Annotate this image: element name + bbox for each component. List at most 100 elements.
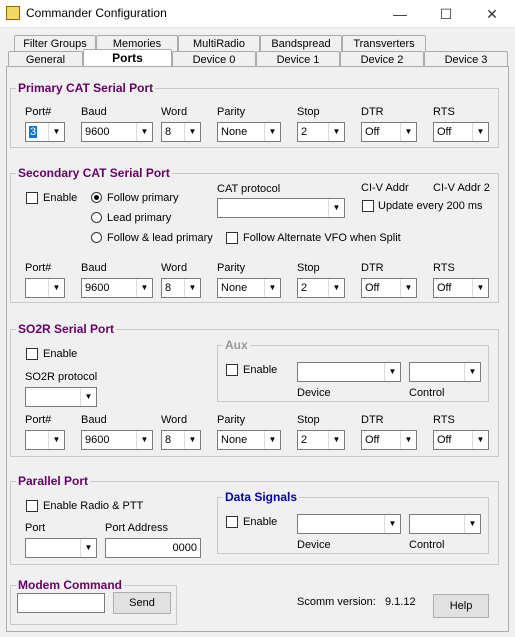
title-bar: Commander Configuration — ☐ ✕ bbox=[0, 0, 515, 28]
chevron-down-icon: ▼ bbox=[384, 515, 400, 533]
minimize-button[interactable]: — bbox=[377, 0, 423, 28]
follow-primary-label: Follow primary bbox=[107, 192, 179, 204]
chevron-down-icon: ▼ bbox=[80, 539, 96, 557]
chevron-down-icon: ▼ bbox=[328, 123, 344, 141]
secondary-parity-select[interactable]: None ▼ bbox=[217, 278, 281, 298]
aux-device-label: Device bbox=[297, 387, 331, 399]
secondary-port-select[interactable]: ▼ bbox=[25, 278, 65, 298]
word-label: Word bbox=[161, 414, 188, 426]
secondary-stop-select[interactable]: 2 ▼ bbox=[297, 278, 345, 298]
chevron-down-icon: ▼ bbox=[472, 279, 488, 297]
update-checkbox[interactable] bbox=[362, 200, 374, 212]
chevron-down-icon: ▼ bbox=[184, 431, 200, 449]
so2r-protocol-label: SO2R protocol bbox=[25, 371, 98, 383]
aux-enable-label: Enable bbox=[243, 364, 278, 376]
rts-label: RTS bbox=[433, 414, 455, 426]
stop-label: Stop bbox=[297, 262, 320, 274]
baud-label: Baud bbox=[81, 106, 107, 118]
parity-label: Parity bbox=[217, 262, 246, 274]
stop-label: Stop bbox=[297, 106, 320, 118]
modem-title: Modem Command bbox=[16, 578, 125, 592]
so2r-title: SO2R Serial Port bbox=[16, 322, 117, 336]
chevron-down-icon: ▼ bbox=[472, 123, 488, 141]
so2r-enable-checkbox[interactable] bbox=[26, 348, 38, 360]
baud-label: Baud bbox=[81, 414, 107, 426]
ds-device-select[interactable]: ▼ bbox=[297, 514, 401, 534]
parallel-port-select[interactable]: ▼ bbox=[25, 538, 97, 558]
primary-baud-select[interactable]: 9600 ▼ bbox=[81, 122, 153, 142]
secondary-enable-checkbox[interactable] bbox=[26, 192, 38, 204]
primary-port-select[interactable]: 3 ▼ bbox=[25, 122, 65, 142]
port-label: Port# bbox=[25, 414, 52, 426]
so2r-dtr-select[interactable]: Off ▼ bbox=[361, 430, 417, 450]
chevron-down-icon: ▼ bbox=[184, 279, 200, 297]
so2r-protocol-select[interactable]: ▼ bbox=[25, 387, 97, 407]
secondary-dtr-select[interactable]: Off ▼ bbox=[361, 278, 417, 298]
chevron-down-icon: ▼ bbox=[48, 279, 64, 297]
chevron-down-icon: ▼ bbox=[80, 388, 96, 406]
so2r-word-select[interactable]: 8 ▼ bbox=[161, 430, 201, 450]
aux-control-select[interactable]: ▼ bbox=[409, 362, 481, 382]
parallel-enable-label: Enable Radio & PTT bbox=[43, 500, 144, 512]
parallel-title: Parallel Port bbox=[16, 474, 91, 488]
so2r-port-select[interactable]: ▼ bbox=[25, 430, 65, 450]
parallel-enable-checkbox[interactable] bbox=[26, 500, 38, 512]
chevron-down-icon: ▼ bbox=[264, 123, 280, 141]
ds-control-label: Control bbox=[409, 539, 445, 551]
secondary-title: Secondary CAT Serial Port bbox=[16, 166, 172, 180]
chevron-down-icon: ▼ bbox=[184, 123, 200, 141]
dtr-label: DTR bbox=[361, 106, 384, 118]
follow-alt-vfo-checkbox[interactable] bbox=[226, 232, 238, 244]
so2r-parity-select[interactable]: None ▼ bbox=[217, 430, 281, 450]
aux-enable-checkbox[interactable] bbox=[226, 364, 238, 376]
so2r-stop-select[interactable]: 2 ▼ bbox=[297, 430, 345, 450]
maximize-button[interactable]: ☐ bbox=[423, 0, 469, 28]
chevron-down-icon: ▼ bbox=[328, 279, 344, 297]
secondary-rts-select[interactable]: Off ▼ bbox=[433, 278, 489, 298]
primary-parity-select[interactable]: None ▼ bbox=[217, 122, 281, 142]
chevron-down-icon: ▼ bbox=[264, 431, 280, 449]
chevron-down-icon: ▼ bbox=[464, 363, 480, 381]
help-button[interactable]: Help bbox=[433, 594, 489, 618]
chevron-down-icon: ▼ bbox=[136, 123, 152, 141]
chevron-down-icon: ▼ bbox=[136, 431, 152, 449]
app-icon bbox=[6, 6, 20, 20]
dtr-label: DTR bbox=[361, 262, 384, 274]
follow-lead-radio[interactable] bbox=[91, 232, 102, 243]
chevron-down-icon: ▼ bbox=[384, 363, 400, 381]
ds-enable-checkbox[interactable] bbox=[226, 516, 238, 528]
close-button[interactable]: ✕ bbox=[469, 0, 515, 28]
chevron-down-icon: ▼ bbox=[264, 279, 280, 297]
follow-primary-radio[interactable] bbox=[91, 192, 102, 203]
update-label: Update every 200 ms bbox=[378, 200, 483, 212]
chevron-down-icon: ▼ bbox=[328, 199, 344, 217]
baud-label: Baud bbox=[81, 262, 107, 274]
so2r-enable-label: Enable bbox=[43, 348, 78, 360]
version-label: Scomm version: bbox=[297, 596, 376, 608]
port-address-label: Port Address bbox=[105, 522, 168, 534]
chevron-down-icon: ▼ bbox=[400, 279, 416, 297]
port-address-value: 0000 bbox=[172, 542, 197, 554]
so2r-rts-select[interactable]: Off ▼ bbox=[433, 430, 489, 450]
primary-word-select[interactable]: 8 ▼ bbox=[161, 122, 201, 142]
secondary-baud-select[interactable]: 9600 ▼ bbox=[81, 278, 153, 298]
primary-stop-select[interactable]: 2 ▼ bbox=[297, 122, 345, 142]
so2r-baud-select[interactable]: 9600 ▼ bbox=[81, 430, 153, 450]
modem-command-input[interactable] bbox=[17, 593, 105, 613]
send-button[interactable]: Send bbox=[113, 592, 171, 614]
primary-dtr-select[interactable]: Off ▼ bbox=[361, 122, 417, 142]
ds-enable-label: Enable bbox=[243, 516, 278, 528]
word-label: Word bbox=[161, 262, 188, 274]
lead-primary-label: Lead primary bbox=[107, 212, 172, 224]
port-address-input[interactable]: 0000 bbox=[105, 538, 201, 558]
lead-primary-radio[interactable] bbox=[91, 212, 102, 223]
secondary-word-select[interactable]: 8 ▼ bbox=[161, 278, 201, 298]
chevron-down-icon: ▼ bbox=[328, 431, 344, 449]
ds-control-select[interactable]: ▼ bbox=[409, 514, 481, 534]
cat-protocol-label: CAT protocol bbox=[217, 183, 281, 195]
aux-device-select[interactable]: ▼ bbox=[297, 362, 401, 382]
cat-protocol-select[interactable]: ▼ bbox=[217, 198, 345, 218]
primary-rts-select[interactable]: Off ▼ bbox=[433, 122, 489, 142]
follow-alt-vfo-label: Follow Alternate VFO when Split bbox=[243, 232, 401, 244]
chevron-down-icon: ▼ bbox=[136, 279, 152, 297]
